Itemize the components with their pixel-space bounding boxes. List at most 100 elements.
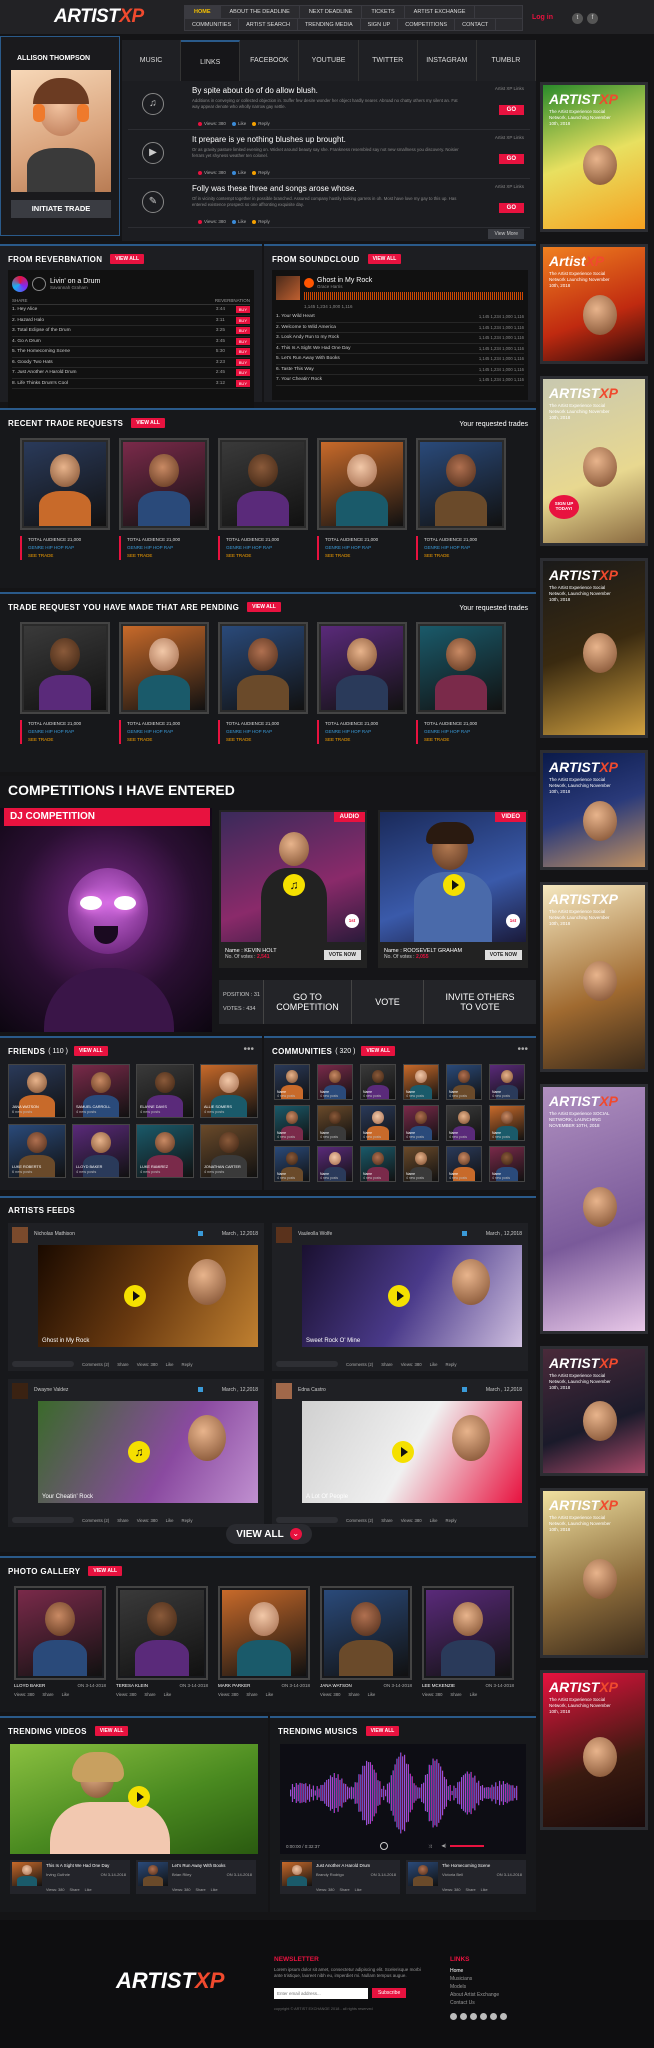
shuffle-icon[interactable]: ⤨	[428, 1844, 432, 1849]
link-item[interactable]: ▶ It prepare is ye nothing blushes up bro…	[128, 130, 530, 179]
go-to-competition-button[interactable]: GO TO COMPETITION	[263, 980, 351, 1024]
footer-link[interactable]: Models	[450, 1983, 507, 1991]
share-link[interactable]: Share	[381, 1518, 392, 1523]
subscribe-button[interactable]: Subscribe	[372, 1988, 407, 1999]
feed-user[interactable]: Vauleolla Wolfe	[298, 1231, 332, 1237]
nav-item[interactable]: COMMUNITIES	[185, 19, 240, 31]
soundcloud-view-all[interactable]: VIEW ALL	[367, 254, 402, 264]
link-title[interactable]: It prepare is ye nothing blushes up brou…	[192, 135, 346, 144]
tab-twitter[interactable]: TWITTER	[359, 40, 418, 81]
feed-media[interactable]: Ghost in My Rock	[38, 1245, 258, 1347]
friends-more-icon[interactable]: •••	[243, 1044, 254, 1055]
friend-card[interactable]: JANA WATSON 6 new posts	[8, 1064, 66, 1118]
facebook-icon[interactable]: f	[587, 13, 598, 24]
tab-links[interactable]: LINKS	[181, 40, 241, 81]
feed-card[interactable]: Dwayne Valdez March , 12,2018 ♫ Your Cheati…	[8, 1379, 264, 1527]
friend-card[interactable]: ALLIE SOMERS 4 new posts	[200, 1064, 258, 1118]
see-trade-link[interactable]: SEE TRADE	[127, 552, 209, 560]
facebook-icon[interactable]	[450, 2013, 457, 2020]
views-icon[interactable]	[198, 121, 202, 126]
tumblr-icon[interactable]	[490, 2013, 497, 2020]
like-link[interactable]: Like	[430, 1518, 438, 1523]
share-link[interactable]: Share	[144, 1692, 155, 1697]
youtube-icon[interactable]	[470, 2013, 477, 2020]
reverb-share-label[interactable]: SHARE	[12, 298, 28, 303]
ad-sign-up-badge[interactable]: SIGN UP TODAY!	[549, 495, 579, 519]
trade-card[interactable]: TOTAL AUDIENCE 21,000 GENRE HIP HOP RAP SE…	[317, 622, 407, 744]
like-link[interactable]: Like	[266, 1692, 274, 1697]
community-card[interactable]: Name 4 new posts	[317, 1146, 353, 1182]
reverb-track-row[interactable]: 8. Life Thinks Drum's Cool 3:12 BUY	[12, 379, 250, 389]
community-card[interactable]: Name 4 new posts	[360, 1146, 396, 1182]
community-card[interactable]: Name 4 new posts	[403, 1064, 439, 1100]
nav-item[interactable]: CONTACT	[455, 19, 497, 31]
feed-user[interactable]: Dwayne Valdez	[34, 1387, 68, 1393]
trade-card[interactable]: TOTAL AUDIENCE 21,000 GENRE HIP HOP RAP SE…	[416, 438, 506, 560]
nav-item[interactable]: TICKETS	[362, 5, 405, 19]
like-link[interactable]: Like	[368, 1692, 376, 1697]
buy-button[interactable]: BUY	[235, 306, 250, 314]
soundcloud-track-row[interactable]: 6. Taste This Way 1,145 1,234 1,000 1,116	[276, 365, 524, 375]
reverb-track-row[interactable]: 4. Go A Drum 3:45 BUY	[12, 337, 250, 347]
community-card[interactable]: Name 4 new posts	[274, 1105, 310, 1141]
friend-card[interactable]: JONATHAN CARTER 4 new posts	[200, 1124, 258, 1178]
reverb-track-row[interactable]: 3. Total Eclipse of the Drum 3:25 BUY	[12, 326, 250, 337]
like-icon[interactable]	[231, 219, 236, 224]
like-link[interactable]: Like	[166, 1518, 174, 1523]
reverb-track-row[interactable]: 5. The Homecoming Scene 5:30 BUY	[12, 347, 250, 358]
community-card[interactable]: Name 4 new posts	[274, 1064, 310, 1100]
video-entry-card[interactable]: VIDEO 1st Name : ROOSEVELT GRAHAM No. Of …	[378, 810, 528, 968]
newsletter-email-input[interactable]	[274, 1987, 368, 1999]
reverb-track-row[interactable]: 1. Hey Alice 3:44 BUY	[12, 305, 250, 316]
nav-item[interactable]: ARTIST SEARCH	[239, 19, 298, 31]
share-link[interactable]: Share	[42, 1692, 53, 1697]
avatar[interactable]	[276, 1383, 292, 1399]
like-link[interactable]: Like	[470, 1692, 478, 1697]
friend-card[interactable]: LLOYD BAKER 4 new posts	[72, 1124, 130, 1178]
link-title[interactable]: By spite about do of do allow blush.	[192, 86, 318, 95]
see-trade-link[interactable]: SEE TRADE	[325, 736, 407, 744]
buy-button[interactable]: BUY	[235, 337, 250, 345]
trade-card[interactable]: TOTAL AUDIENCE 21,000 GENRE HIP HOP RAP SE…	[20, 622, 110, 744]
tab-youtube[interactable]: YOUTUBE	[299, 40, 359, 81]
twitter-icon[interactable]: t	[572, 13, 583, 24]
like-icon[interactable]	[231, 121, 236, 126]
like-icon[interactable]	[231, 170, 236, 175]
tab-tumblr[interactable]: TUMBLR	[477, 40, 536, 81]
share-link[interactable]: Share	[450, 1692, 461, 1697]
reverb-track-row[interactable]: 6. Goody Two Hats 3:23 BUY	[12, 358, 250, 368]
nav-item[interactable]: COMPETITIONS	[398, 19, 456, 31]
gallery-item[interactable]: JANA WATSON ON 3-14-2018 Views: 380 Share Li…	[320, 1586, 412, 1697]
trade-card[interactable]: TOTAL AUDIENCE 21,000 GENRE HIP HOP RAP SE…	[218, 438, 308, 560]
view-more-button[interactable]: View More	[488, 229, 524, 239]
trending-musics-view-all[interactable]: VIEW ALL	[365, 1726, 400, 1736]
reply-link[interactable]: Reply	[182, 1518, 193, 1523]
video-play-icon[interactable]	[443, 874, 465, 896]
see-trade-link[interactable]: SEE TRADE	[325, 552, 407, 560]
share-link[interactable]: Share	[70, 1888, 80, 1892]
like-link[interactable]: Like	[85, 1888, 92, 1892]
link-item[interactable]: ✎ Folly was these three and songs arose w…	[128, 179, 530, 228]
volume-icon[interactable]: ◀)	[441, 1843, 446, 1849]
feed-media[interactable]: Sweet Rock O' Mine	[302, 1245, 522, 1347]
comment-input[interactable]	[276, 1517, 338, 1523]
community-card[interactable]: Name 4 new posts	[360, 1064, 396, 1100]
avatar[interactable]	[276, 1227, 292, 1243]
like-link[interactable]: Like	[481, 1888, 488, 1892]
nav-item[interactable]: TRENDING MEDIA	[298, 19, 361, 31]
soundcloud-waveform[interactable]	[304, 291, 524, 300]
buy-button[interactable]: BUY	[235, 316, 250, 324]
trending-video-player[interactable]	[10, 1744, 258, 1854]
nav-item[interactable]: SIGN UP	[361, 19, 399, 31]
friend-card[interactable]: ELAYNE DAVIS 4 new posts	[136, 1064, 194, 1118]
views-icon[interactable]	[198, 170, 202, 175]
tab-music[interactable]: MUSIC	[122, 40, 182, 81]
reverb-play-icon[interactable]	[32, 277, 46, 291]
ad-banner[interactable]: ARTISTXP The Artist Experience Social Net…	[540, 376, 648, 546]
buy-button[interactable]: BUY	[235, 327, 250, 335]
nav-item[interactable]: NEXT DEADLINE	[300, 5, 363, 19]
community-card[interactable]: Name 4 new posts	[489, 1064, 525, 1100]
nav-item[interactable]: ABOUT THE DEADLINE	[221, 5, 300, 19]
like-link[interactable]: Like	[238, 219, 246, 224]
community-card[interactable]: Name 4 new posts	[489, 1146, 525, 1182]
